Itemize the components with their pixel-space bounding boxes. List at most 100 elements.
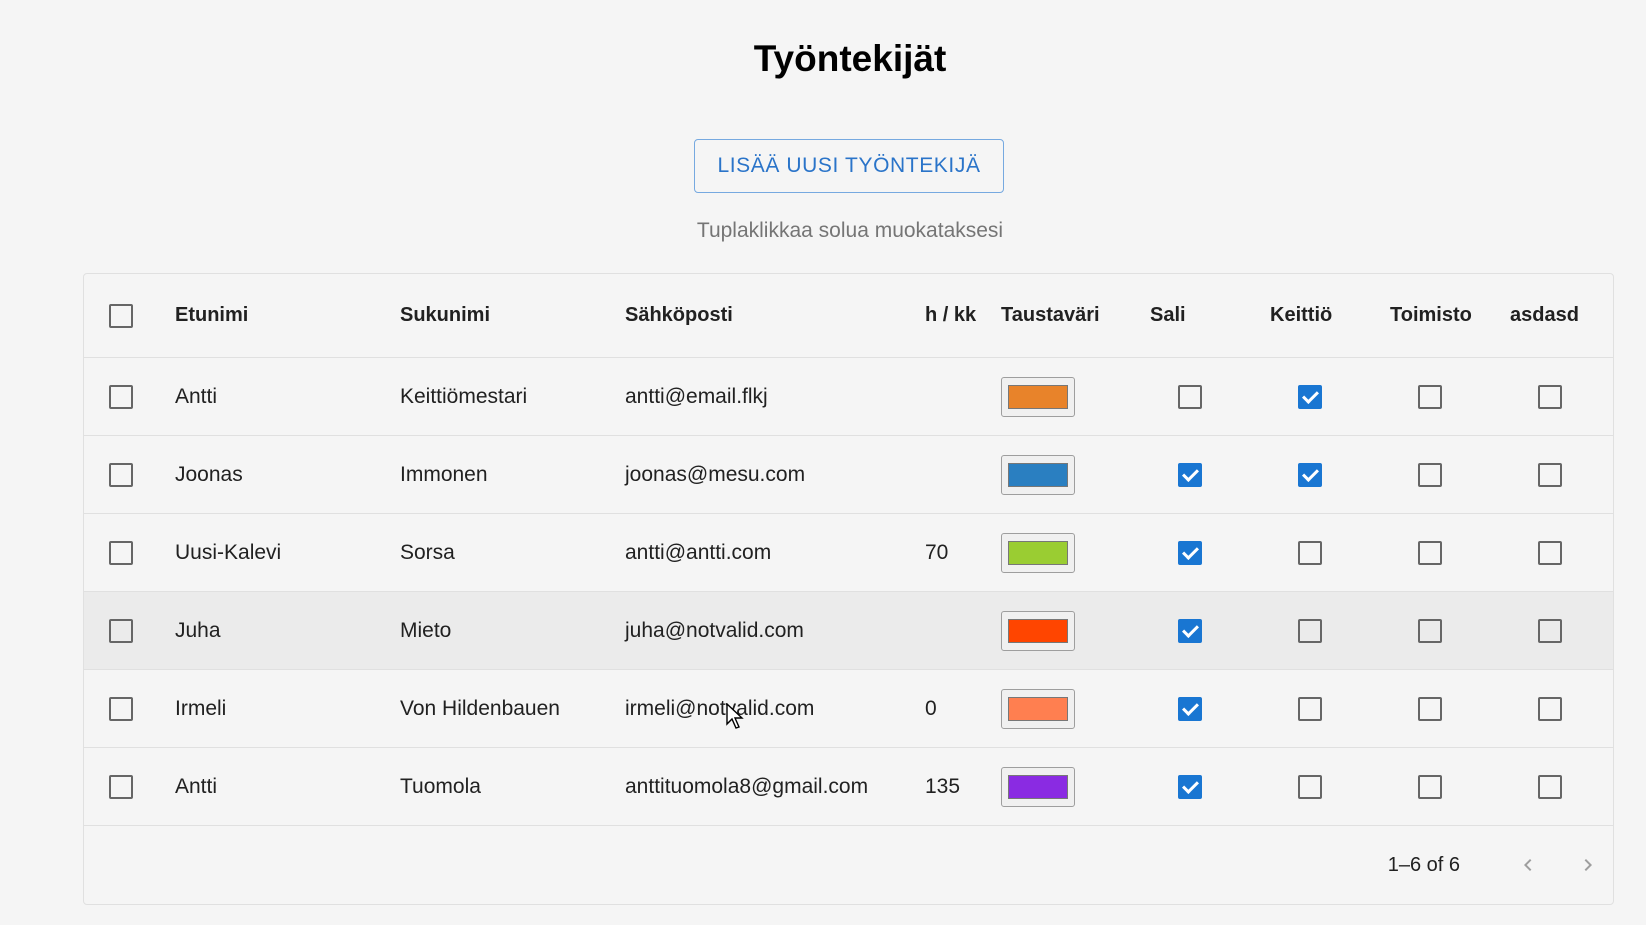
add-employee-button[interactable]: LISÄÄ UUSI TYÖNTEKIJÄ: [694, 139, 1004, 193]
column-header-keittio[interactable]: Keittiö: [1270, 274, 1332, 357]
toimisto-checkbox[interactable]: [1418, 384, 1442, 409]
cell-last-name[interactable]: Mieto: [400, 592, 451, 669]
column-header-color[interactable]: Taustaväri: [1001, 274, 1100, 357]
cell-first-name[interactable]: Antti: [175, 748, 217, 825]
cell-email[interactable]: antti@antti.com: [625, 514, 771, 591]
cell-last-name[interactable]: Keittiömestari: [400, 358, 527, 435]
cell-keittio: [1298, 670, 1322, 747]
pagination-range: 1–6 of 6: [1387, 853, 1460, 876]
column-header-email[interactable]: Sähköposti: [625, 274, 733, 357]
previous-page-button[interactable]: [1508, 845, 1548, 885]
cell-keittio: [1298, 592, 1322, 669]
cell-last-name[interactable]: Tuomola: [400, 748, 481, 825]
toimisto-checkbox[interactable]: [1418, 774, 1442, 799]
color-picker-button[interactable]: [1001, 766, 1075, 807]
cell-first-name[interactable]: Irmeli: [175, 670, 226, 747]
color-picker-button[interactable]: [1001, 376, 1075, 417]
cell-first-name[interactable]: Joonas: [175, 436, 243, 513]
cell-sali: [1178, 670, 1202, 747]
table-row[interactable]: Joonas Immonen joonas@mesu.com: [84, 436, 1613, 514]
chevron-left-icon: [1524, 859, 1532, 871]
keittio-checkbox[interactable]: [1298, 462, 1322, 487]
asdasd-checkbox[interactable]: [1538, 618, 1562, 643]
sali-checkbox[interactable]: [1178, 696, 1202, 721]
keittio-checkbox[interactable]: [1298, 618, 1322, 643]
cell-email[interactable]: joonas@mesu.com: [625, 436, 805, 513]
column-header-sali[interactable]: Sali: [1150, 274, 1186, 357]
asdasd-checkbox[interactable]: [1538, 696, 1562, 721]
cell-first-name[interactable]: Uusi-Kalevi: [175, 514, 281, 591]
row-select-cell: [109, 748, 133, 825]
cell-color: [1001, 358, 1075, 435]
sali-checkbox[interactable]: [1178, 540, 1202, 565]
cell-asdasd: [1538, 436, 1562, 513]
row-select-checkbox[interactable]: [109, 540, 133, 565]
toimisto-checkbox[interactable]: [1418, 618, 1442, 643]
cell-keittio: [1298, 358, 1322, 435]
cell-first-name[interactable]: Antti: [175, 358, 217, 435]
table-row[interactable]: Antti Keittiömestari antti@email.flkj: [84, 358, 1613, 436]
asdasd-checkbox[interactable]: [1538, 774, 1562, 799]
keittio-checkbox[interactable]: [1298, 384, 1322, 409]
cell-first-name[interactable]: Juha: [175, 592, 221, 669]
cell-last-name[interactable]: Von Hildenbauen: [400, 670, 560, 747]
color-swatch: [1008, 462, 1068, 487]
keittio-checkbox[interactable]: [1298, 696, 1322, 721]
cell-sali: [1178, 436, 1202, 513]
cell-sali: [1178, 514, 1202, 591]
sali-checkbox[interactable]: [1178, 462, 1202, 487]
cell-last-name[interactable]: Sorsa: [400, 514, 455, 591]
color-picker-button[interactable]: [1001, 688, 1075, 729]
next-page-button[interactable]: [1568, 845, 1608, 885]
cell-asdasd: [1538, 358, 1562, 435]
cell-asdasd: [1538, 748, 1562, 825]
color-picker-button[interactable]: [1001, 610, 1075, 651]
cell-email[interactable]: juha@notvalid.com: [625, 592, 804, 669]
sali-checkbox[interactable]: [1178, 774, 1202, 799]
column-header-last-name[interactable]: Sukunimi: [400, 274, 490, 357]
keittio-checkbox[interactable]: [1298, 774, 1322, 799]
sali-checkbox[interactable]: [1178, 618, 1202, 643]
cell-hours[interactable]: 70: [925, 514, 948, 591]
row-select-checkbox[interactable]: [109, 462, 133, 487]
asdasd-checkbox[interactable]: [1538, 384, 1562, 409]
column-header-first-name[interactable]: Etunimi: [175, 274, 248, 357]
cell-keittio: [1298, 748, 1322, 825]
cell-email[interactable]: irmeli@notvalid.com: [625, 670, 814, 747]
toimisto-checkbox[interactable]: [1418, 462, 1442, 487]
color-swatch: [1008, 696, 1068, 721]
table-row[interactable]: Antti Tuomola anttituomola8@gmail.com 135: [84, 748, 1613, 826]
cell-email[interactable]: anttituomola8@gmail.com: [625, 748, 868, 825]
cell-hours[interactable]: 0: [925, 670, 937, 747]
toimisto-checkbox[interactable]: [1418, 540, 1442, 565]
toimisto-checkbox[interactable]: [1418, 696, 1442, 721]
table-row[interactable]: Uusi-Kalevi Sorsa antti@antti.com 70: [84, 514, 1613, 592]
row-select-checkbox[interactable]: [109, 618, 133, 643]
cell-sali: [1178, 748, 1202, 825]
column-header-hours[interactable]: h / kk: [925, 274, 976, 357]
color-picker-button[interactable]: [1001, 454, 1075, 495]
column-header-toimisto[interactable]: Toimisto: [1390, 274, 1472, 357]
asdasd-checkbox[interactable]: [1538, 462, 1562, 487]
cell-hours[interactable]: 135: [925, 748, 960, 825]
table-row[interactable]: Juha Mieto juha@notvalid.com: [84, 592, 1613, 670]
page: Työntekijät LISÄÄ UUSI TYÖNTEKIJÄ Tuplak…: [0, 0, 1646, 925]
cell-color: [1001, 592, 1075, 669]
column-header-asdasd[interactable]: asdasd: [1510, 274, 1579, 357]
row-select-checkbox[interactable]: [109, 774, 133, 799]
cell-last-name[interactable]: Immonen: [400, 436, 488, 513]
row-select-checkbox[interactable]: [109, 696, 133, 721]
cell-toimisto: [1418, 436, 1442, 513]
table-row[interactable]: Irmeli Von Hildenbauen irmeli@notvalid.com…: [84, 670, 1613, 748]
sali-checkbox[interactable]: [1178, 384, 1202, 409]
row-select-checkbox[interactable]: [109, 384, 133, 409]
cell-keittio: [1298, 436, 1322, 513]
cell-email[interactable]: antti@email.flkj: [625, 358, 768, 435]
keittio-checkbox[interactable]: [1298, 540, 1322, 565]
select-all-checkbox[interactable]: [109, 303, 133, 328]
color-picker-button[interactable]: [1001, 532, 1075, 573]
select-all-cell: [109, 274, 133, 357]
asdasd-checkbox[interactable]: [1538, 540, 1562, 565]
cell-toimisto: [1418, 748, 1442, 825]
cell-asdasd: [1538, 592, 1562, 669]
